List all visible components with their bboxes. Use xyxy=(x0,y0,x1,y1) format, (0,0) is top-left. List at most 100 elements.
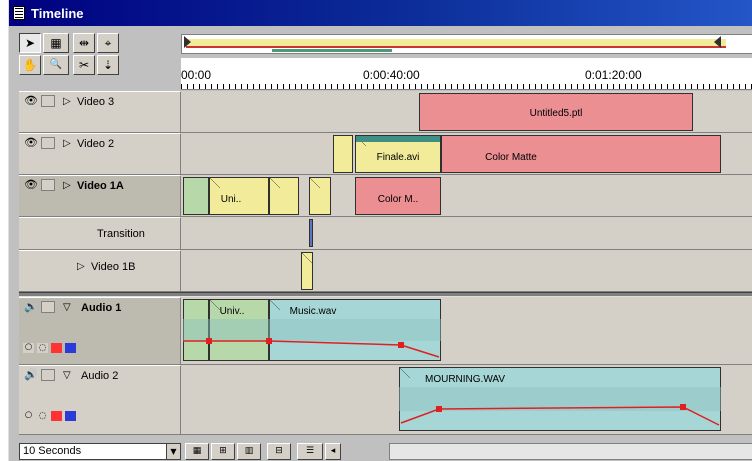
track-label: Transition xyxy=(97,228,145,240)
status-bar: 10 Seconds ▼ ▦ ⊞ ▥ ⊟ ☰ ◂ xyxy=(19,442,752,461)
razor-tool-icon[interactable]: ✂ xyxy=(73,55,95,75)
clip-color-matte[interactable]: Color Matte xyxy=(441,135,721,173)
horizontal-scrollbar[interactable] xyxy=(389,443,752,460)
track-audio2[interactable]: MOURNING.WAV xyxy=(181,365,752,435)
clip-color-m[interactable]: Color M.. xyxy=(355,177,441,215)
time-ruler[interactable]: 00:00 0:00:40:00 0:01:20:00 xyxy=(181,58,752,90)
time-zoom-value: 10 Seconds xyxy=(23,445,82,457)
clip-segment[interactable] xyxy=(183,177,209,215)
window-title: Timeline xyxy=(31,6,84,21)
speaker-icon[interactable]: 🔊 xyxy=(24,369,38,380)
ruler-label: 00:00 xyxy=(181,68,212,82)
clip-segment[interactable] xyxy=(269,177,299,215)
volume-rubberband-icon[interactable] xyxy=(51,343,62,353)
in-out-tool-icon[interactable]: ⇣ xyxy=(97,55,119,75)
transition-mark xyxy=(210,178,220,188)
hand-tool-icon[interactable]: ✋ xyxy=(19,55,41,75)
track-header-audio1[interactable]: 🔊 ▽ Audio 1 🞅 ◌ xyxy=(19,297,181,365)
lock-box[interactable] xyxy=(41,179,55,191)
clip-untitled5[interactable]: Untitled5.ptl xyxy=(419,93,693,131)
keyframe-icon[interactable]: 🞅 xyxy=(23,411,34,421)
track-video2[interactable]: Finale.avi Color Matte xyxy=(181,133,752,175)
volume-keyframe[interactable] xyxy=(206,338,212,344)
link-tool-icon[interactable]: ⌖ xyxy=(97,33,119,53)
scroll-left-icon[interactable]: ◂ xyxy=(325,443,341,460)
lock-box[interactable] xyxy=(41,369,55,381)
chevron-down-icon[interactable]: ▼ xyxy=(166,444,180,459)
track-header-video2[interactable]: 👁 ▷ Video 2 xyxy=(19,133,181,175)
lock-box[interactable] xyxy=(41,95,55,107)
track-video3[interactable]: Untitled5.ptl xyxy=(181,91,752,133)
clip-uni[interactable]: Uni.. xyxy=(209,177,269,215)
selection-tool-icon[interactable]: ➤ xyxy=(19,33,41,53)
track-label: Audio 2 xyxy=(81,370,119,382)
ruler-ticks xyxy=(181,84,752,89)
track-video1b[interactable] xyxy=(181,250,752,292)
ruler-label: 0:01:20:00 xyxy=(585,68,642,82)
preview-indicator xyxy=(272,49,392,52)
volume-keyframe[interactable] xyxy=(398,342,404,348)
eye-icon[interactable]: 👁 xyxy=(24,137,38,148)
pan-icon[interactable]: ◌ xyxy=(37,343,48,353)
volume-keyframe[interactable] xyxy=(680,404,686,410)
track-label: Video 3 xyxy=(77,96,115,108)
multitrack-tool-icon[interactable]: ⇹ xyxy=(73,33,95,53)
track-video1a[interactable]: Uni.. Color M.. xyxy=(181,175,752,217)
eye-icon[interactable]: 👁 xyxy=(24,179,38,190)
zoom-tool-icon[interactable]: 🔍 xyxy=(43,55,69,75)
expand-triangle-icon[interactable]: ▷ xyxy=(63,180,73,192)
clip-header-bar xyxy=(356,136,440,142)
track-select-tool-icon[interactable]: ▦ xyxy=(43,33,69,53)
expand-triangle-icon[interactable]: ▷ xyxy=(63,96,73,108)
ruler-label: 0:00:40:00 xyxy=(363,68,420,82)
collapse-triangle-icon[interactable]: ▽ xyxy=(63,302,73,314)
clip-segment[interactable] xyxy=(309,177,331,215)
track-label: Video 2 xyxy=(77,138,115,150)
tool-palette: ➤ ▦ ⇹ ⌖ ✋ 🔍 ✂ ⇣ xyxy=(19,33,167,83)
keyframe-icon[interactable]: 🞅 xyxy=(23,343,34,353)
volume-rubberband[interactable] xyxy=(181,365,752,435)
work-area-bar[interactable] xyxy=(181,34,752,54)
transition-mark xyxy=(302,253,312,263)
work-area-range[interactable] xyxy=(186,39,726,48)
lock-box[interactable] xyxy=(41,301,55,313)
work-area-end-marker[interactable] xyxy=(714,36,721,48)
pan-rubberband-icon[interactable] xyxy=(65,343,76,353)
time-zoom-select[interactable]: 10 Seconds ▼ xyxy=(19,443,181,460)
pan-icon[interactable]: ◌ xyxy=(37,411,48,421)
track-header-video1b[interactable]: ▷ Video 1B xyxy=(19,250,181,292)
track-audio1[interactable]: Univ.. Music.wav xyxy=(181,297,752,365)
track-header-video3[interactable]: 👁 ▷ Video 3 xyxy=(19,91,181,133)
work-area-start-marker[interactable] xyxy=(184,36,191,48)
volume-keyframe[interactable] xyxy=(436,406,442,412)
transition-mark xyxy=(310,178,320,188)
volume-rubberband-icon[interactable] xyxy=(51,411,62,421)
transition-mark xyxy=(270,178,280,188)
timeline-window: Timeline ➤ ▦ ⇹ ⌖ ✋ 🔍 ✂ ⇣ 00:00 0:00:40:0… xyxy=(8,0,752,461)
expand-triangle-icon[interactable]: ▷ xyxy=(77,261,87,273)
clip-segment[interactable] xyxy=(301,252,313,290)
collapse-triangle-icon[interactable]: ▽ xyxy=(63,370,73,382)
track-header-transition[interactable]: Transition xyxy=(19,217,181,250)
sync-mode-icon[interactable]: ☰ xyxy=(297,443,323,460)
volume-rubberband[interactable] xyxy=(181,297,752,365)
clip-still[interactable] xyxy=(333,135,353,173)
transition-clip[interactable] xyxy=(309,219,313,247)
track-transition[interactable] xyxy=(181,217,752,250)
volume-line xyxy=(400,406,720,426)
track-format-icon[interactable]: ▦ xyxy=(185,443,209,460)
track-header-video1a[interactable]: 👁 ▷ Video 1A xyxy=(19,175,181,217)
volume-keyframe[interactable] xyxy=(266,338,272,344)
track-header-audio2[interactable]: 🔊 ▽ Audio 2 🞅 ◌ xyxy=(19,365,181,435)
lock-box[interactable] xyxy=(41,137,55,149)
pan-rubberband-icon[interactable] xyxy=(65,411,76,421)
title-bar[interactable]: Timeline xyxy=(9,0,752,26)
shift-tracks-icon[interactable]: ⊟ xyxy=(267,443,291,460)
clip-finale[interactable]: Finale.avi xyxy=(355,135,441,173)
eye-icon[interactable]: 👁 xyxy=(24,95,38,106)
track-label: Video 1B xyxy=(91,261,136,273)
expand-triangle-icon[interactable]: ▷ xyxy=(63,138,73,150)
snap-edges-icon[interactable]: ⊞ xyxy=(211,443,235,460)
edge-view-icon[interactable]: ▥ xyxy=(237,443,261,460)
speaker-icon[interactable]: 🔊 xyxy=(24,301,38,312)
